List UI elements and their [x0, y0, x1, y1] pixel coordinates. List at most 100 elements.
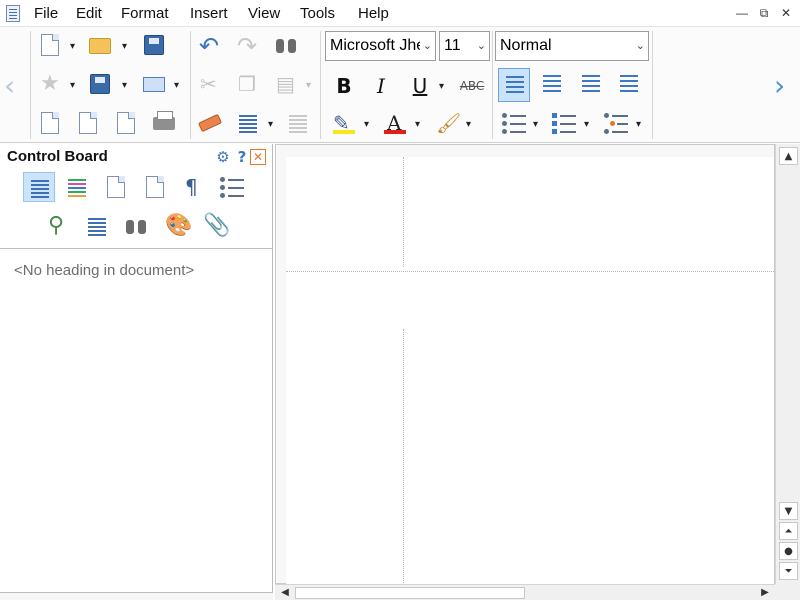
palette-button[interactable]: 🎨 — [159, 212, 192, 242]
save-as-button[interactable] — [86, 70, 114, 98]
select-dropdown[interactable]: ▾ — [268, 119, 273, 130]
menu-format[interactable]: Format — [121, 5, 169, 22]
restore-button[interactable]: ⧉ — [754, 4, 774, 22]
minimize-button[interactable]: — — [732, 4, 752, 22]
margin-guide-vertical-body — [403, 329, 404, 585]
justify-button[interactable] — [613, 68, 645, 102]
print-button[interactable] — [150, 109, 178, 137]
highlight-button[interactable]: ✎ — [329, 109, 361, 137]
italic-button[interactable]: I — [366, 71, 396, 101]
favorites-dropdown[interactable]: ▾ — [70, 80, 75, 91]
sections-view-button[interactable] — [139, 172, 171, 202]
format-painter-dropdown[interactable]: ▾ — [466, 119, 471, 130]
multilevel-list-button[interactable] — [602, 109, 632, 137]
menu-edit[interactable]: Edit — [76, 5, 102, 22]
underline-button[interactable]: U — [405, 71, 435, 101]
scroll-down-button[interactable]: ▼ — [779, 502, 798, 520]
vertical-scrollbar[interactable]: ▲ ▼ ⏶ ● ⏷ — [775, 144, 800, 584]
strikethrough-button[interactable]: ABC — [455, 71, 489, 101]
previous-page-button[interactable]: ⏶ — [779, 522, 798, 540]
list-bullet — [502, 129, 507, 134]
email-dropdown[interactable]: ▾ — [174, 80, 179, 91]
highlight-dropdown[interactable]: ▾ — [364, 119, 369, 130]
open-folder-icon — [89, 38, 111, 54]
bullet-list-dropdown[interactable]: ▾ — [533, 119, 538, 130]
toolbar-scroll-left-icon[interactable]: ‹ — [4, 69, 15, 102]
format-painter-button[interactable]: 🖌 — [432, 109, 461, 137]
scroll-up-button[interactable]: ▲ — [779, 147, 798, 165]
text-view-button[interactable] — [81, 212, 113, 242]
browse-object-button[interactable]: ● — [779, 542, 798, 560]
open-dropdown[interactable]: ▾ — [122, 41, 127, 52]
clear-format-button[interactable] — [196, 109, 224, 137]
bullet-list-button[interactable] — [500, 109, 530, 137]
paste-button[interactable]: ▤ — [272, 70, 300, 98]
font-family-value: Microsoft JhengHei — [330, 37, 420, 54]
clips-button[interactable]: 📎 — [197, 212, 231, 242]
cut-button[interactable]: ✂ — [196, 70, 224, 98]
new-document-dropdown[interactable]: ▾ — [70, 41, 75, 52]
paperclip-icon: 📎 — [203, 213, 231, 238]
app-document-icon[interactable] — [6, 5, 20, 22]
zoom-view-button[interactable]: ⚲ — [42, 212, 74, 242]
select-all-button[interactable] — [234, 109, 262, 137]
multilevel-list-dropdown[interactable]: ▾ — [636, 119, 641, 130]
paste-dropdown[interactable]: ▾ — [306, 80, 311, 91]
next-page-button[interactable]: ⏷ — [779, 562, 798, 580]
copy-button[interactable]: ❐ — [234, 70, 262, 98]
open-folder-button[interactable] — [86, 31, 114, 59]
toolbar-scroll-right-icon[interactable]: › — [774, 69, 785, 102]
bold-button[interactable]: B — [329, 71, 359, 101]
paragraph-marks-button[interactable]: ¶ — [178, 172, 210, 202]
list-view-button[interactable] — [216, 172, 248, 202]
horizontal-scroll-thumb[interactable] — [295, 587, 525, 599]
styles-view-button[interactable] — [61, 172, 93, 202]
save-button[interactable] — [140, 31, 168, 59]
font-color-button[interactable]: A — [380, 109, 412, 137]
print-layout-button[interactable] — [36, 109, 64, 137]
binoculars-icon — [276, 37, 296, 53]
scroll-left-button[interactable]: ◀ — [277, 585, 293, 600]
menu-tools[interactable]: Tools — [300, 5, 335, 22]
menu-file[interactable]: File — [34, 5, 58, 22]
align-center-button[interactable] — [536, 68, 568, 102]
close-window-button[interactable]: ✕ — [776, 4, 796, 22]
document-area[interactable] — [275, 144, 775, 585]
toolbar: ‹ › ▾ ▾ ★ ▾ ▾ ▾ ↶ ↷ ✂ ❐ ▤ ▾ ▾ Microsoft … — [0, 27, 800, 143]
menu-insert[interactable]: Insert — [190, 5, 228, 22]
close-panel-icon[interactable]: ✕ — [250, 149, 266, 165]
table-button[interactable] — [284, 109, 312, 137]
list-bullet — [502, 121, 507, 126]
page-view-button[interactable] — [100, 172, 132, 202]
horizontal-scrollbar[interactable]: ◀ ▶ — [275, 584, 775, 600]
scroll-right-button[interactable]: ▶ — [757, 585, 773, 600]
undo-button[interactable]: ↶ — [196, 31, 224, 59]
numbered-list-icon — [552, 113, 557, 118]
find-panel-button[interactable] — [120, 212, 152, 242]
paragraph-style-select[interactable]: Normal ⌄ — [495, 31, 649, 61]
save-as-dropdown[interactable]: ▾ — [122, 80, 127, 91]
edit-document-button[interactable] — [74, 109, 102, 137]
toolbar-separator — [320, 31, 321, 139]
numbered-list-dropdown[interactable]: ▾ — [584, 119, 589, 130]
font-color-dropdown[interactable]: ▾ — [415, 119, 420, 130]
numbered-list-button[interactable] — [550, 109, 580, 137]
font-size-select[interactable]: 11 ⌄ — [439, 31, 490, 61]
find-button[interactable] — [272, 31, 300, 59]
new-document-button[interactable] — [36, 31, 64, 59]
align-left-button[interactable] — [498, 68, 530, 102]
menu-view[interactable]: View — [248, 5, 280, 22]
underline-dropdown[interactable]: ▾ — [439, 81, 444, 92]
outline-view-button[interactable] — [23, 172, 55, 202]
magnifier-document-icon — [117, 112, 135, 134]
redo-button[interactable]: ↷ — [234, 31, 262, 59]
print-preview-button[interactable] — [112, 109, 140, 137]
list-line — [617, 123, 628, 125]
document-page[interactable] — [286, 157, 774, 585]
font-family-select[interactable]: Microsoft JhengHei ⌄ — [325, 31, 436, 61]
align-right-button[interactable] — [575, 68, 607, 102]
list-line — [228, 179, 244, 181]
favorites-button[interactable]: ★ — [36, 70, 64, 98]
menu-help[interactable]: Help — [358, 5, 389, 22]
email-button[interactable] — [140, 70, 168, 98]
